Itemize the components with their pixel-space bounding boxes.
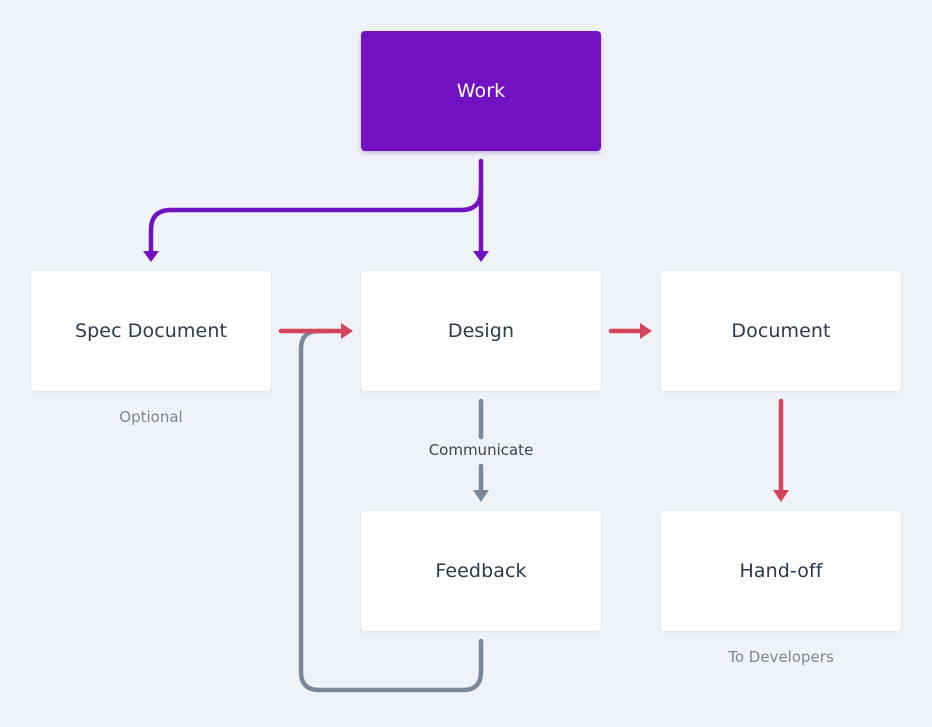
node-design-label: Design xyxy=(447,320,515,342)
edge-label-communicate: Communicate xyxy=(428,441,534,459)
arrowhead-design-to-document xyxy=(640,323,652,339)
arrowhead-design-to-feedback xyxy=(473,490,489,502)
node-design[interactable]: Design xyxy=(361,271,601,391)
node-hand-off-label: Hand-off xyxy=(739,560,823,582)
arrowhead-document-to-hand-off xyxy=(773,490,789,502)
caption-to-developers: To Developers xyxy=(728,648,834,666)
node-feedback[interactable]: Feedback xyxy=(361,511,601,631)
node-spec-document[interactable]: Spec Document xyxy=(31,271,271,391)
node-work-label: Work xyxy=(456,80,506,102)
edge-work-to-spec-document xyxy=(148,187,484,258)
node-work[interactable]: Work xyxy=(361,31,601,151)
node-document[interactable]: Document xyxy=(661,271,901,391)
arrowhead-spec-document-to-design xyxy=(341,323,353,339)
arrowhead-work-to-spec-document xyxy=(143,251,159,262)
node-feedback-label: Feedback xyxy=(435,560,527,582)
node-spec-document-label: Spec Document xyxy=(74,320,228,342)
node-document-label: Document xyxy=(731,320,831,342)
node-hand-off[interactable]: Hand-off xyxy=(661,511,901,631)
caption-optional: Optional xyxy=(119,408,183,426)
arrowhead-work-to-design xyxy=(473,251,489,262)
